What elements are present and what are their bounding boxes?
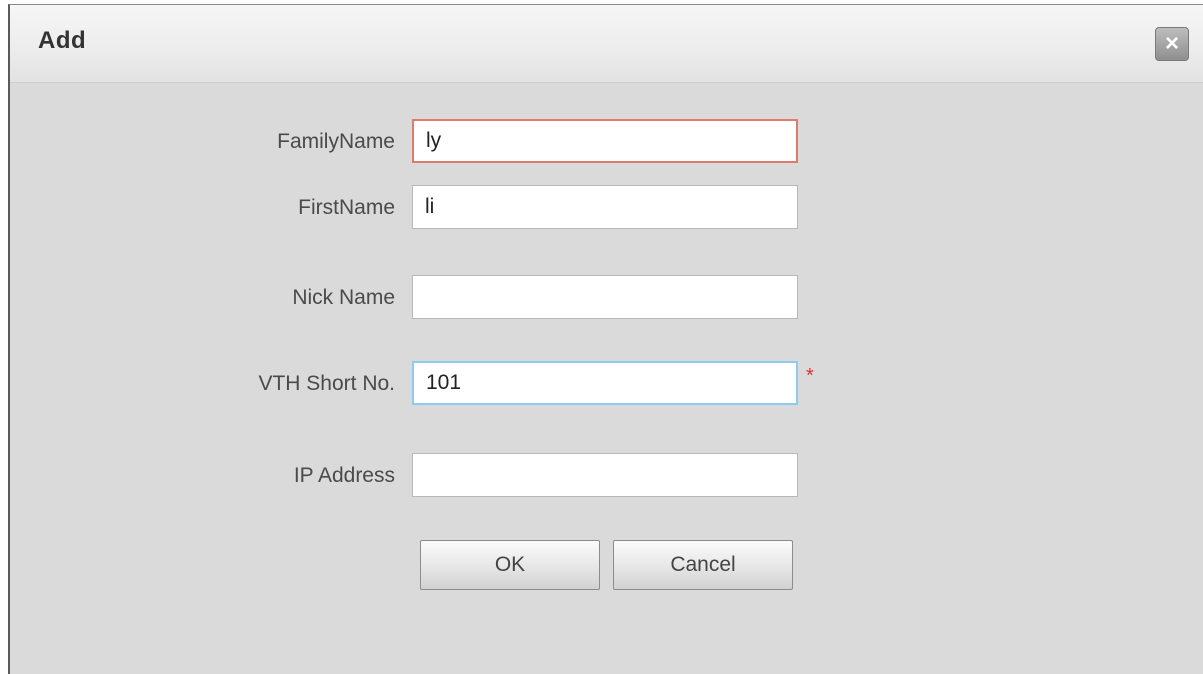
family-name-input[interactable]	[412, 119, 798, 163]
close-button[interactable]: ×	[1155, 27, 1189, 61]
nick-name-row: Nick Name	[10, 275, 1203, 319]
vth-short-no-input[interactable]	[412, 361, 798, 405]
dialog-title: Add	[38, 27, 87, 54]
ip-address-row: IP Address	[10, 453, 1203, 497]
cancel-button[interactable]: Cancel	[613, 540, 793, 590]
add-dialog: Add × FamilyName FirstName Nick Name VTH…	[8, 4, 1203, 674]
family-name-label: FamilyName	[277, 130, 395, 153]
first-name-label: FirstName	[298, 196, 395, 219]
nick-name-input[interactable]	[412, 275, 798, 319]
ip-address-label: IP Address	[293, 464, 395, 487]
close-icon: ×	[1164, 30, 1179, 57]
first-name-row: FirstName	[10, 185, 1203, 229]
nick-name-label: Nick Name	[292, 286, 395, 309]
ok-button[interactable]: OK	[420, 540, 600, 590]
required-mark: *	[806, 365, 814, 387]
family-name-row: FamilyName	[10, 119, 1203, 163]
ip-address-input[interactable]	[412, 453, 798, 497]
dialog-titlebar[interactable]: Add ×	[10, 5, 1203, 83]
first-name-input[interactable]	[412, 185, 798, 229]
vth-short-no-row: VTH Short No. *	[10, 361, 1203, 405]
vth-short-no-label: VTH Short No.	[258, 372, 395, 395]
